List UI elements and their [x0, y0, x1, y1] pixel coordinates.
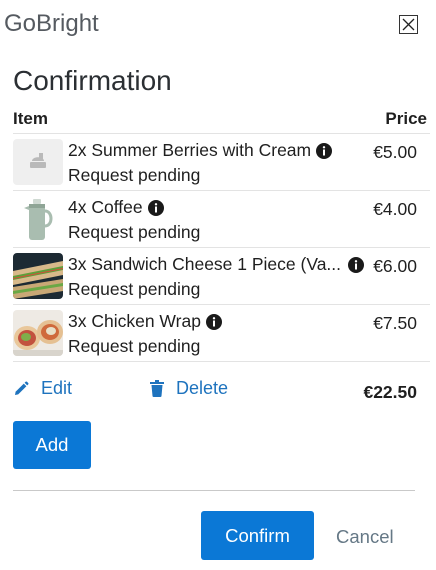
delete-button[interactable]: Delete — [150, 378, 228, 399]
placeholder-food-icon — [13, 139, 63, 185]
trash-icon — [150, 380, 164, 397]
item-name-text: 4x Coffee — [68, 197, 143, 217]
info-icon[interactable] — [205, 313, 222, 330]
edit-button[interactable]: Edit — [13, 378, 72, 399]
info-icon[interactable] — [348, 257, 364, 273]
item-name-text: 3x Chicken Wrap — [68, 311, 201, 331]
close-icon — [402, 18, 415, 31]
divider — [13, 490, 415, 491]
item-status: Request pending — [68, 222, 201, 242]
confirm-button[interactable]: Confirm — [201, 511, 314, 560]
table-row: 3x Sandwich Cheese 1 Piece (Va... Reques… — [13, 248, 430, 305]
item-price: €7.50 — [373, 313, 417, 333]
table-header: Item Price — [13, 104, 430, 134]
item-name-text: 2x Summer Berries with Cream — [68, 140, 312, 160]
item-name: 4x Coffee — [68, 197, 164, 218]
delete-label: Delete — [176, 378, 229, 398]
table-row: 3x Chicken Wrap Request pending €7.50 — [13, 305, 430, 362]
item-status: Request pending — [68, 336, 201, 356]
item-column-header: Item — [13, 108, 48, 128]
sandwich-photo — [13, 253, 63, 299]
chicken-wrap-photo — [13, 310, 63, 356]
info-icon[interactable] — [147, 199, 164, 216]
item-status: Request pending — [68, 165, 201, 185]
order-actions: Edit Delete €22.50 — [13, 378, 430, 408]
item-price: €5.00 — [373, 142, 417, 162]
pencil-icon — [15, 381, 29, 395]
order-total: €22.50 — [363, 382, 417, 402]
table-row: 2x Summer Berries with Cream Request pen… — [13, 134, 430, 191]
item-price: €4.00 — [373, 199, 417, 219]
item-name: 2x Summer Berries with Cream — [68, 140, 333, 161]
dialog-title: Confirmation — [13, 65, 172, 96]
info-icon[interactable] — [316, 142, 333, 159]
item-price: €6.00 — [373, 256, 417, 276]
price-column-header: Price — [385, 108, 427, 128]
add-button[interactable]: Add — [13, 421, 91, 469]
cancel-button[interactable]: Cancel — [336, 526, 394, 548]
item-status: Request pending — [68, 279, 201, 299]
table-row: 4x Coffee Request pending €4.00 — [13, 191, 430, 248]
coffee-pot-photo — [13, 196, 63, 242]
order-table: Item Price 2x Summer Berries with Cream … — [13, 104, 430, 362]
item-name-text: 3x Sandwich Cheese 1 Piece (Va... — [68, 254, 342, 274]
item-name: 3x Sandwich Cheese 1 Piece (Va... — [68, 254, 341, 275]
app-title: GoBright — [4, 10, 99, 37]
edit-label: Edit — [41, 378, 73, 398]
item-name: 3x Chicken Wrap — [68, 311, 222, 332]
close-button[interactable] — [399, 15, 418, 34]
